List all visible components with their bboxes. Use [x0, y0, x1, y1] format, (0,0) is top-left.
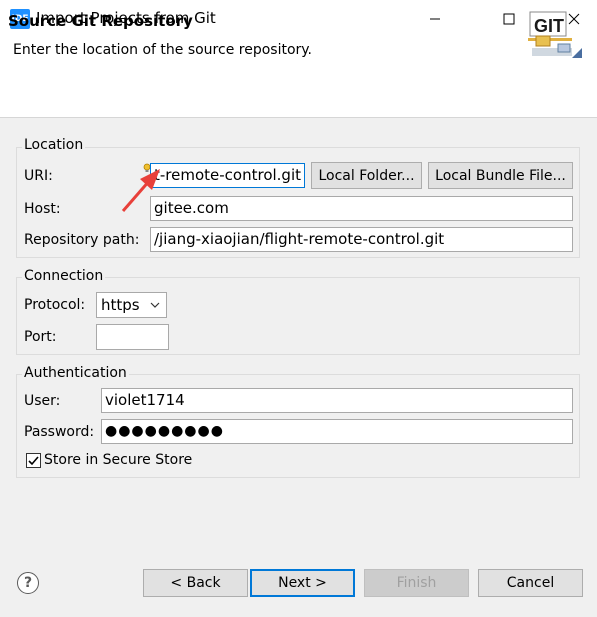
repository-path-input[interactable]: /jiang-xiaojian/flight-remote-control.gi…: [150, 227, 573, 252]
uri-input[interactable]: t-remote-control.git: [150, 163, 305, 188]
minimize-button[interactable]: [412, 0, 458, 38]
annotation-arrow-icon: [118, 166, 168, 220]
maximize-icon: [503, 13, 515, 25]
repository-path-label: Repository path:: [24, 232, 140, 248]
local-folder-button[interactable]: Local Folder...: [311, 162, 422, 189]
password-input[interactable]: ●●●●●●●●●: [101, 419, 573, 444]
back-button[interactable]: < Back: [143, 569, 248, 597]
connection-group-label: Connection: [22, 268, 106, 284]
authentication-group-label: Authentication: [22, 365, 129, 381]
port-label: Port:: [24, 329, 57, 345]
store-secure-checkbox[interactable]: [26, 453, 41, 468]
protocol-select[interactable]: https: [96, 292, 167, 318]
host-input[interactable]: gitee.com: [150, 196, 573, 221]
uri-label: URI:: [24, 168, 53, 184]
chevron-down-icon: [150, 302, 160, 308]
minimize-icon: [430, 18, 440, 20]
finish-button: Finish: [364, 569, 469, 597]
protocol-selected-value: https: [101, 296, 140, 314]
svg-text:GIT: GIT: [534, 16, 564, 36]
host-label: Host:: [24, 201, 61, 217]
help-icon[interactable]: ?: [17, 572, 39, 594]
user-label: User:: [24, 393, 61, 409]
location-group-label: Location: [22, 137, 86, 153]
store-secure-label: Store in Secure Store: [44, 452, 193, 468]
user-input[interactable]: violet1714: [101, 388, 573, 413]
checkmark-icon: [28, 456, 39, 466]
protocol-label: Protocol:: [24, 297, 86, 313]
page-description: Enter the location of the source reposit…: [13, 42, 313, 58]
git-logo-icon: GIT: [522, 8, 590, 64]
port-input[interactable]: [96, 324, 169, 350]
local-bundle-file-button[interactable]: Local Bundle File...: [428, 162, 573, 189]
next-button[interactable]: Next >: [250, 569, 355, 597]
page-title: Source Git Repository: [8, 12, 193, 30]
cancel-button[interactable]: Cancel: [478, 569, 583, 597]
password-label: Password:: [24, 424, 95, 440]
